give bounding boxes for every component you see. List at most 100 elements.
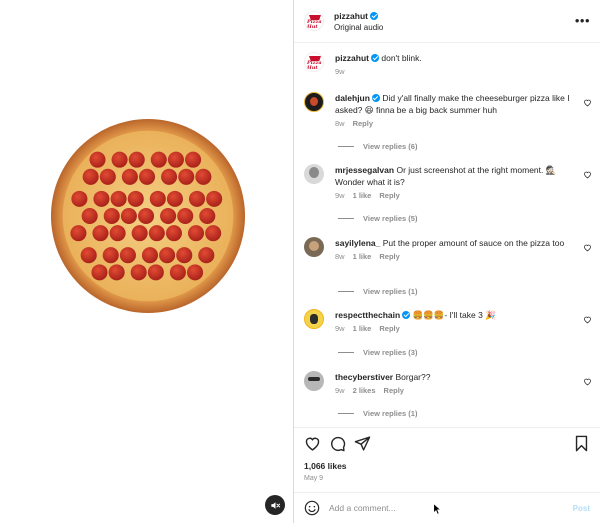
audio-label[interactable]: Original audio <box>334 23 575 32</box>
pepperoni-slice <box>102 247 119 264</box>
pepperoni-slice <box>205 225 222 242</box>
comment-time[interactable]: 9w <box>335 386 345 395</box>
comment-time[interactable]: 9w <box>335 67 345 76</box>
comment-likes[interactable]: 1 like <box>353 252 372 261</box>
comment-icon[interactable] <box>329 435 346 452</box>
comment-username[interactable]: mrjessegalvan <box>335 165 394 175</box>
avatar[interactable] <box>304 164 324 184</box>
view-replies-button[interactable]: View replies (5) <box>338 214 417 223</box>
comment-like-heart-icon[interactable] <box>583 98 592 107</box>
comments-list[interactable]: Pizza Hut pizzahut don't blink. 9w daleh… <box>294 44 600 426</box>
view-replies-button[interactable]: View replies (1) <box>338 409 417 418</box>
pepperoni-slice <box>148 225 165 242</box>
post-date[interactable]: May 9 <box>304 475 323 482</box>
view-replies-label[interactable]: View replies (1) <box>363 409 417 418</box>
reply-button[interactable]: Reply <box>379 252 399 261</box>
pizza-image[interactable] <box>50 118 246 314</box>
pepperoni-slice <box>91 264 108 281</box>
comment-text: Put the proper amount of sauce on the pi… <box>382 238 565 248</box>
comment-like-heart-icon[interactable] <box>583 315 592 324</box>
view-replies-label[interactable]: View replies (3) <box>363 348 417 357</box>
pepperoni-slice <box>165 225 183 242</box>
reply-button[interactable]: Reply <box>384 386 404 395</box>
avatar[interactable] <box>304 92 324 112</box>
comment-time[interactable]: 9w <box>335 191 345 200</box>
comment-meta: 9w 1 like Reply <box>335 191 580 201</box>
comment-meta: 8w Reply <box>335 119 580 129</box>
comment-row: thecyberstiver Borgar?? 9w 2 likes Reply <box>304 371 592 396</box>
pizzahut-avatar[interactable]: Pizza Hut <box>304 11 324 31</box>
avatar-figure <box>310 97 318 106</box>
comment-body: respectthechain 🍔🍔🍔- I'll take 3 🎉 9w 1 l… <box>335 309 592 334</box>
pepperoni-slice <box>93 190 110 207</box>
pepperoni-slice <box>199 207 216 225</box>
pepperoni-slice <box>121 168 138 185</box>
comment-username[interactable]: sayilylena_ <box>335 238 380 248</box>
comment-like-heart-icon[interactable] <box>583 243 592 252</box>
pepperoni-slice <box>130 264 147 281</box>
comment-meta: 9w <box>335 67 580 77</box>
comment-time[interactable]: 9w <box>335 324 345 333</box>
comment-like-heart-icon[interactable] <box>583 377 592 386</box>
comment-username[interactable]: respectthechain <box>335 310 400 320</box>
heart-icon[interactable] <box>304 435 321 452</box>
view-replies-label[interactable]: View replies (1) <box>363 287 417 296</box>
view-replies-label[interactable]: View replies (5) <box>363 214 417 223</box>
reply-button[interactable]: Reply <box>353 119 373 128</box>
header-info: pizzahut Original audio <box>334 11 575 32</box>
pepperoni-slice <box>187 264 204 281</box>
comment-text: 🍔🍔🍔- I'll take 3 🎉 <box>412 310 496 320</box>
bookmark-icon[interactable] <box>573 435 590 452</box>
add-comment-input[interactable] <box>329 503 573 513</box>
comment-text: Did y'all finally make the cheeseburger … <box>335 93 570 115</box>
comment-body: mrjessegalvan Or just screenshot at the … <box>335 164 592 201</box>
pepperoni-slice <box>120 207 137 225</box>
reply-button[interactable]: Reply <box>379 324 399 333</box>
avatar[interactable]: Pizza Hut <box>304 52 324 72</box>
comment-row: sayilylena_ Put the proper amount of sau… <box>304 237 592 262</box>
avatar[interactable] <box>304 237 324 257</box>
pepperoni-slice <box>206 190 223 207</box>
replies-line <box>338 352 354 353</box>
comment-time[interactable]: 8w <box>335 119 345 128</box>
mute-button[interactable] <box>265 495 285 515</box>
pepperoni-slice <box>150 151 167 168</box>
post-button[interactable]: Post <box>573 504 590 513</box>
likes-count[interactable]: 1,066 likes <box>304 461 347 471</box>
pepperoni-slice <box>108 264 125 281</box>
comment-username[interactable]: pizzahut <box>335 53 369 63</box>
emoji-icon[interactable] <box>304 500 320 516</box>
view-replies-button[interactable]: View replies (3) <box>338 348 417 357</box>
replies-line <box>338 413 354 414</box>
comment-like-heart-icon[interactable] <box>583 170 592 179</box>
comment-likes[interactable]: 2 likes <box>353 386 376 395</box>
comment-body: thecyberstiver Borgar?? 9w 2 likes Reply <box>335 371 592 396</box>
comment-username[interactable]: dalehjun <box>335 93 370 103</box>
logo-text: Pizza Hut <box>307 60 322 71</box>
comment-likes[interactable]: 1 like <box>353 191 372 200</box>
avatar[interactable] <box>304 371 324 391</box>
pepperoni-slice <box>70 225 87 242</box>
post-actions-bar <box>294 427 600 459</box>
pepperoni-slice <box>195 168 212 185</box>
pepperoni-slice <box>71 190 88 207</box>
comment-likes[interactable]: 1 like <box>353 324 372 333</box>
pepperoni-slice <box>109 225 126 242</box>
share-icon[interactable] <box>354 435 371 452</box>
pepperoni-slice <box>169 264 186 281</box>
view-replies-label[interactable]: View replies (6) <box>363 142 417 151</box>
comment-text: Borgar?? <box>395 372 431 382</box>
header-username[interactable]: pizzahut <box>334 11 368 21</box>
pepperoni-slice <box>119 247 136 264</box>
pepperoni-slice <box>127 190 144 207</box>
view-replies-button[interactable]: View replies (1) <box>338 287 417 296</box>
comment-username[interactable]: thecyberstiver <box>335 372 393 382</box>
caption-row: Pizza Hut pizzahut don't blink. 9w <box>304 52 592 77</box>
more-options-icon[interactable]: ••• <box>575 14 590 27</box>
view-replies-button[interactable]: View replies (6) <box>338 142 417 151</box>
pepperoni-slice <box>166 190 183 207</box>
comment-time[interactable]: 8w <box>335 252 345 261</box>
avatar[interactable] <box>304 309 324 329</box>
pepperoni-slice <box>167 151 184 168</box>
reply-button[interactable]: Reply <box>379 191 399 200</box>
